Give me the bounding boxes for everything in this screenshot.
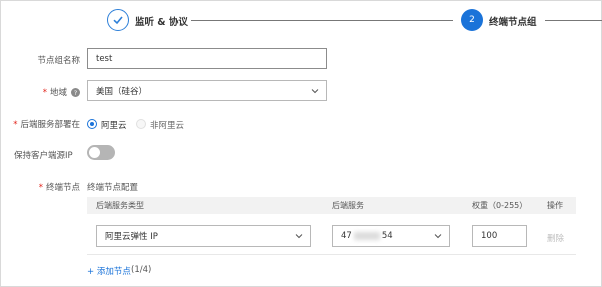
backend-service-suffix: 54 — [381, 231, 393, 241]
redacted-ip — [353, 232, 380, 240]
group-name-label: 节点组名称 — [37, 56, 80, 66]
backend-service-prefix: 47 — [341, 231, 352, 241]
chevron-down-icon — [295, 234, 303, 239]
backend-location-label: * 后端服务部署在 — [13, 120, 80, 130]
step-connector — [191, 20, 453, 21]
column-header: 权重（0-255） — [472, 201, 528, 210]
group-name-value: test — [96, 53, 113, 64]
column-header: 后端服务 — [332, 201, 364, 210]
column-header: 后端服务类型 — [96, 201, 144, 210]
group-name-input[interactable]: test — [87, 48, 327, 69]
step2-title: 终端节点组 — [489, 17, 537, 28]
chevron-down-icon — [434, 234, 442, 239]
preserve-ip-toggle[interactable] — [87, 145, 115, 160]
weight-input[interactable]: 100 — [472, 225, 527, 247]
help-icon[interactable]: ? — [71, 88, 80, 97]
required-mark: * — [13, 120, 18, 130]
backend-type-value: 阿里云弹性 IP — [105, 232, 158, 242]
delete-button[interactable]: 删除 — [547, 232, 564, 244]
node-count: (1/4) — [131, 265, 152, 275]
region-label: * 地域? — [43, 86, 80, 98]
column-header: 操作 — [547, 201, 563, 210]
add-node-link[interactable]: + 添加节点 — [87, 265, 131, 277]
radio-non-alibaba-cloud[interactable] — [136, 119, 146, 129]
row-divider — [87, 254, 576, 255]
endpoints-section-title: 终端节点配置 — [87, 183, 139, 193]
step1-title: 监听 & 协议 — [135, 17, 188, 28]
backend-type-select[interactable]: 阿里云弹性 IP — [96, 225, 311, 247]
chevron-down-icon — [311, 88, 319, 93]
backend-service-select[interactable]: 47 54 — [332, 225, 450, 247]
step1-complete-icon — [107, 9, 129, 31]
endpoints-label: * 终端节点 — [38, 183, 80, 193]
radio-alibaba-cloud-label: 阿里云 — [101, 121, 127, 131]
step-connector-tail — [545, 20, 602, 21]
region-value: 美国（硅谷） — [96, 86, 148, 97]
preserve-ip-label: 保持客户端源IP — [14, 151, 73, 161]
weight-value: 100 — [481, 231, 498, 241]
region-select[interactable]: 美国（硅谷） — [87, 80, 327, 101]
required-mark: * — [42, 88, 47, 98]
required-mark: * — [38, 183, 43, 193]
radio-alibaba-cloud[interactable] — [87, 119, 97, 129]
radio-non-alibaba-cloud-label: 非阿里云 — [150, 121, 185, 131]
toggle-knob — [89, 147, 100, 158]
step2-number: 2 — [461, 9, 483, 31]
